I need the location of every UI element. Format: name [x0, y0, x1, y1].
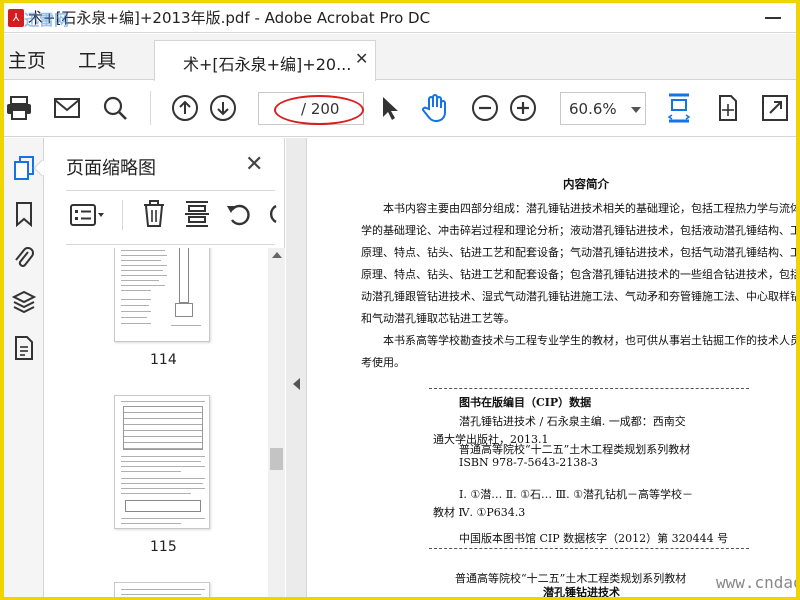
thumbnail-page-116[interactable] [114, 582, 210, 597]
cip-title: 图书在版编目（CIP）数据 [459, 396, 592, 409]
minimize-icon[interactable] [765, 17, 781, 19]
paragraph-line: 原理、特点、钻头、钻进工艺和配套设备；气动潜孔锤钻进技术，包括气动潜孔锤结构、工… [361, 246, 796, 259]
cip-line: 潜孔锤钻进技术 / 石永泉主编. 一成都：西南交 [459, 415, 686, 428]
paragraph-line: 原理、特点、钻头、钻进工艺和配套设备；包含潜孔锤钻进技术的一些组合钻进技术，包括… [361, 268, 796, 281]
layers-icon[interactable] [4, 284, 44, 320]
print-icon[interactable] [4, 93, 34, 123]
paragraph-line: 学的基础理论、冲击碎岩过程和理论分析；液动潜孔锤钻进技术，包括液动潜孔锤结构、工… [361, 224, 796, 237]
panel-tool-divider [122, 200, 123, 230]
watermark-logo: 迅雷网 [24, 11, 70, 29]
red-highlight-circle [274, 95, 364, 125]
dashed-divider [429, 548, 749, 549]
next-page-icon[interactable] [208, 93, 238, 123]
options-menu-icon[interactable] [70, 204, 106, 230]
hand-tool-icon[interactable] [420, 93, 450, 123]
page-thumbnails-panel: 页面缩略图 ✕ 114 115 [45, 138, 285, 597]
thumbnail-page-number: 114 [150, 352, 177, 368]
thumbnail-scrollbar[interactable] [268, 248, 285, 597]
toolbar-divider [150, 91, 151, 125]
zoom-value: 60.6% [569, 100, 617, 118]
email-icon[interactable] [52, 93, 82, 123]
panel-toolbar [66, 196, 285, 236]
fit-width-icon[interactable] [664, 93, 694, 123]
content-icon[interactable] [4, 330, 44, 366]
dashed-divider [429, 388, 749, 389]
classification-line: 教材 Ⅳ. ①P634.3 [433, 506, 526, 519]
thumbnail-page-114[interactable] [114, 248, 210, 342]
zoom-select[interactable]: 60.6% [560, 92, 646, 125]
scroll-up-icon[interactable] [272, 252, 282, 258]
rotate-view-icon[interactable] [712, 93, 742, 123]
collapse-panel-icon[interactable] [293, 378, 300, 390]
acrobat-window: ⅄ 术+[石永泉+编]+2013年版.pdf - Adobe Acrobat P… [4, 3, 796, 597]
acrobat-icon: ⅄ [8, 9, 24, 27]
cip-line: ISBN 978-7-5643-2138-3 [459, 456, 598, 469]
title-bar: ⅄ 术+[石永泉+编]+2013年版.pdf - Adobe Acrobat P… [4, 3, 796, 33]
chevron-down-icon [631, 107, 641, 113]
rotate-right-icon[interactable] [266, 202, 282, 230]
full-screen-icon[interactable] [760, 93, 790, 123]
tab-document[interactable]: 术+[石永泉+编]+20... ✕ [154, 40, 376, 81]
document-tab-label: 术+[石永泉+编]+20... [183, 55, 352, 74]
scrollbar-thumb[interactable] [270, 448, 283, 470]
book-title: 潜孔锤钻进技术 [543, 586, 620, 597]
paragraph-line: 考使用。 [361, 356, 405, 369]
tab-home[interactable]: 主页 [8, 46, 46, 73]
panel-divider [66, 190, 275, 191]
search-icon[interactable] [100, 93, 130, 123]
zoom-in-icon[interactable] [508, 93, 538, 123]
toolbar: / 200 60.6% [4, 81, 796, 137]
document-view[interactable]: 内容简介 本书内容主要由四部分组成：潜孔锤钻进技术相关的基础理论，包括工程热力学… [306, 138, 796, 597]
paragraph-line: 本书系高等学校勘查技术与工程专业学生的教材，也可供从事岩土钻掘工作的技术人员 [383, 334, 796, 347]
rotate-left-icon[interactable] [226, 202, 252, 230]
cip-line: 普通高等院校“十二五”土木工程类规划系列教材 [459, 443, 691, 456]
classification-line: Ⅰ. ①潜… Ⅱ. ①石… Ⅲ. ①潜孔钻机－高等学校－ [459, 488, 693, 501]
tab-bar: 主页 工具 术+[石永泉+编]+20... ✕ [4, 34, 796, 81]
panel-divider [66, 244, 275, 245]
thumbnail-page-number: 115 [150, 539, 177, 555]
section-heading: 内容简介 [563, 177, 609, 191]
paragraph-line: 动潜孔锤跟管钻进技术、湿式气动潜孔锤钻进施工法、气动矛和夯管锤施工法、中心取样钻… [361, 290, 796, 303]
delete-icon[interactable] [142, 200, 166, 232]
split-page-icon[interactable] [184, 200, 210, 232]
thumbnail-page-115[interactable] [114, 395, 210, 529]
paragraph-line: 本书内容主要由四部分组成：潜孔锤钻进技术相关的基础理论，包括工程热力学与流体 [383, 202, 796, 215]
cip-number: 中国版本图书馆 CIP 数据核字（2012）第 320444 号 [459, 532, 729, 545]
paragraph-line: 和气动潜孔锤取芯钻进工艺等。 [361, 312, 515, 325]
navigation-pane [4, 138, 51, 597]
window-title: 术+[石永泉+编]+2013年版.pdf - Adobe Acrobat Pro… [28, 9, 431, 27]
close-panel-icon[interactable]: ✕ [245, 152, 263, 177]
previous-page-icon[interactable] [170, 93, 200, 123]
bookmark-icon[interactable] [4, 196, 44, 232]
panel-title: 页面缩略图 [66, 158, 156, 179]
watermark-url: www.cndao.com [716, 573, 796, 592]
zoom-out-icon[interactable] [470, 93, 500, 123]
panel-splitter[interactable] [286, 138, 306, 597]
tab-tools[interactable]: 工具 [78, 46, 116, 73]
thumbnail-list: 114 115 [66, 248, 268, 597]
attachment-icon[interactable] [4, 240, 44, 276]
close-tab-icon[interactable]: ✕ [355, 49, 368, 68]
select-cursor-icon[interactable] [374, 93, 404, 123]
